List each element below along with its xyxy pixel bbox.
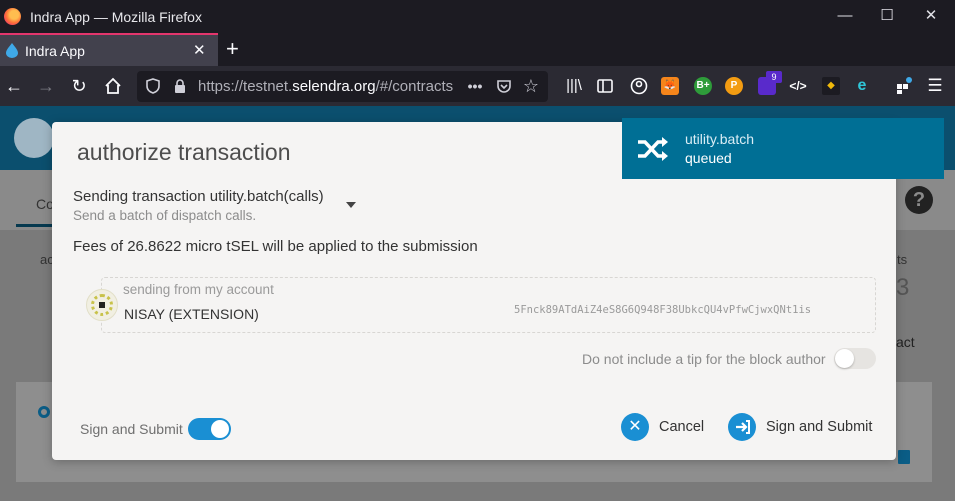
tracking-shield-icon[interactable]	[144, 77, 162, 95]
b-plus-extension-icon[interactable]: B+	[694, 77, 712, 95]
bg-fragment-right-number: 3	[896, 274, 910, 301]
tab-close-icon[interactable]: ✕	[193, 41, 206, 59]
notification-status: queued	[685, 150, 732, 166]
extensions-puzzle-icon[interactable]	[893, 75, 915, 97]
minimize-icon[interactable]: —	[835, 6, 855, 26]
tip-toggle[interactable]	[834, 348, 876, 369]
bg-fragment-right-top: ts	[897, 252, 908, 267]
cancel-button-label: Cancel	[659, 419, 705, 435]
new-tab-icon[interactable]: +	[226, 36, 239, 62]
account-identicon	[86, 289, 118, 321]
cancel-button[interactable]: ✕ Cancel	[621, 412, 704, 442]
account-icon[interactable]	[628, 75, 650, 97]
call-summary[interactable]: Sending transaction utility.batch(calls)	[73, 188, 324, 205]
toggle-knob	[835, 349, 854, 368]
maximize-icon[interactable]: ☐	[877, 6, 897, 26]
app-logo-icon	[14, 118, 54, 158]
reload-icon[interactable]: ↻	[68, 75, 90, 97]
bg-fragment-right-act: act	[896, 334, 915, 350]
sign-and-submit-button[interactable]: Sign and Submit	[728, 412, 872, 442]
call-description: Send a batch of dispatch calls.	[73, 208, 257, 223]
pocket-icon[interactable]	[495, 77, 513, 95]
account-address: 5Fnck89ATdAiZ4eS8G6Q948F38UbkcQU4vPfwCjw…	[514, 304, 812, 316]
library-icon[interactable]: |||\	[563, 75, 585, 97]
edge-extension-icon[interactable]: e	[853, 77, 871, 95]
tab-indra-app[interactable]: Indra App ✕	[0, 33, 218, 66]
metamask-extension-icon[interactable]: 🦊	[661, 77, 679, 95]
sign-in-icon	[728, 413, 756, 441]
dev-tools-icon[interactable]: </>	[789, 77, 807, 95]
tip-toggle-label: Do not include a tip for the block autho…	[582, 351, 826, 367]
account-name: NISAY (EXTENSION)	[124, 306, 259, 322]
window-title: Indra App — Mozilla Firefox	[30, 9, 202, 25]
sidebar-icon[interactable]	[594, 75, 616, 97]
url-domain: selendra.org	[292, 78, 376, 95]
indra-favicon-icon	[6, 43, 18, 58]
page-actions-more-icon[interactable]: •••	[466, 77, 484, 95]
binance-extension-icon[interactable]: ◆	[822, 77, 840, 95]
account-label: sending from my account	[123, 282, 274, 297]
tab-title: Indra App	[25, 43, 85, 59]
modal-title: authorize transaction	[77, 139, 291, 165]
toggle-knob	[211, 420, 229, 438]
p-extension-icon[interactable]: P	[725, 77, 743, 95]
window-titlebar: Indra App — Mozilla Firefox — ☐ ✕	[0, 0, 955, 33]
close-icon: ✕	[621, 413, 649, 441]
caret-down-icon[interactable]	[346, 202, 356, 208]
trash-icon[interactable]	[898, 450, 910, 464]
menu-hamburger-icon[interactable]: ☰	[924, 75, 946, 97]
shuffle-icon	[638, 137, 668, 161]
url-path: /#/contracts	[375, 78, 454, 95]
home-icon[interactable]	[102, 75, 124, 97]
tab-bar: Indra App ✕ +	[0, 33, 955, 66]
back-arrow-icon[interactable]: ←	[3, 75, 25, 97]
navigation-toolbar: ← → ↻ https://testnet.selendra.org/#/con…	[0, 66, 955, 106]
url-text[interactable]: https://testnet.selendra.org/#/contracts	[198, 78, 453, 95]
bg-radio-icon	[38, 406, 50, 418]
url-bar[interactable]: https://testnet.selendra.org/#/contracts…	[137, 71, 548, 102]
extension-badge: 9	[766, 71, 782, 83]
sign-and-submit-toggle[interactable]	[188, 418, 231, 440]
bookmark-star-icon[interactable]: ☆	[522, 77, 540, 95]
url-prefix: https://testnet.	[198, 78, 293, 95]
forward-arrow-icon[interactable]: →	[35, 75, 57, 97]
help-icon[interactable]: ?	[905, 186, 933, 214]
fees-text: Fees of 26.8622 micro tSEL will be appli…	[73, 238, 478, 255]
sign-toggle-label: Sign and Submit	[80, 421, 183, 437]
firefox-logo-icon	[4, 8, 21, 25]
close-window-icon[interactable]: ✕	[921, 6, 941, 26]
transaction-queued-notification[interactable]: utility.batch queued	[622, 118, 944, 179]
sign-and-submit-label: Sign and Submit	[766, 419, 873, 435]
notification-title: utility.batch	[685, 131, 754, 147]
lock-icon[interactable]	[171, 77, 189, 95]
